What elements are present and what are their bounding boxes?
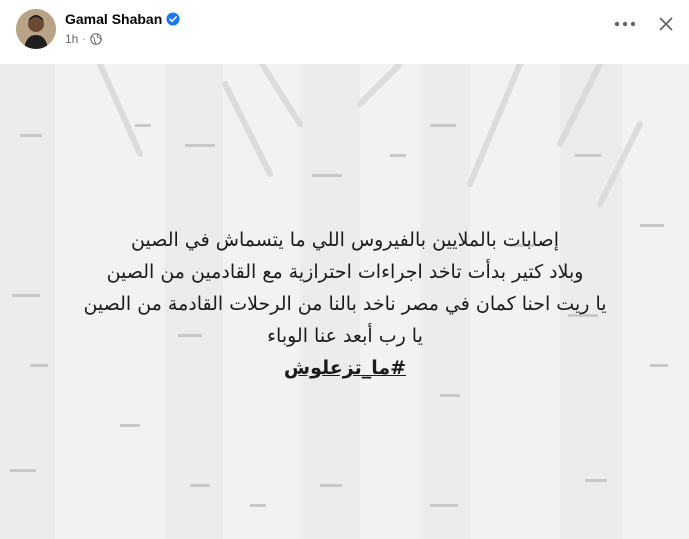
- verified-badge-icon: [166, 12, 180, 26]
- close-button[interactable]: [652, 10, 680, 38]
- more-dots-icon: [614, 21, 636, 27]
- author-avatar[interactable]: [16, 9, 56, 49]
- more-options-button[interactable]: [607, 10, 643, 38]
- post-line-1: إصابات بالملايين بالفيروس اللي ما يتسماش…: [131, 229, 559, 251]
- author-name[interactable]: Gamal Shaban: [65, 11, 162, 27]
- post-background-card[interactable]: إصابات بالملايين بالفيروس اللي ما يتسماش…: [0, 64, 689, 539]
- post-text: إصابات بالملايين بالفيروس اللي ما يتسماش…: [20, 224, 670, 384]
- meta-separator: ·: [82, 33, 86, 45]
- post-line-3: يا ريت احنا كمان في مصر ناخد بالنا من ال…: [83, 293, 607, 315]
- close-icon: [659, 17, 673, 31]
- post-line-4: يا رب أبعد عنا الوباء: [267, 325, 423, 347]
- post-time[interactable]: 1h: [65, 32, 78, 46]
- post-header: Gamal Shaban 1h ·: [0, 0, 689, 64]
- hashtag-link[interactable]: #ما_تزعلوش: [284, 357, 406, 379]
- post-line-2: وبلاد كتير بدأت تاخد اجراءات احترازية مع…: [106, 261, 584, 283]
- globe-icon[interactable]: [89, 33, 102, 45]
